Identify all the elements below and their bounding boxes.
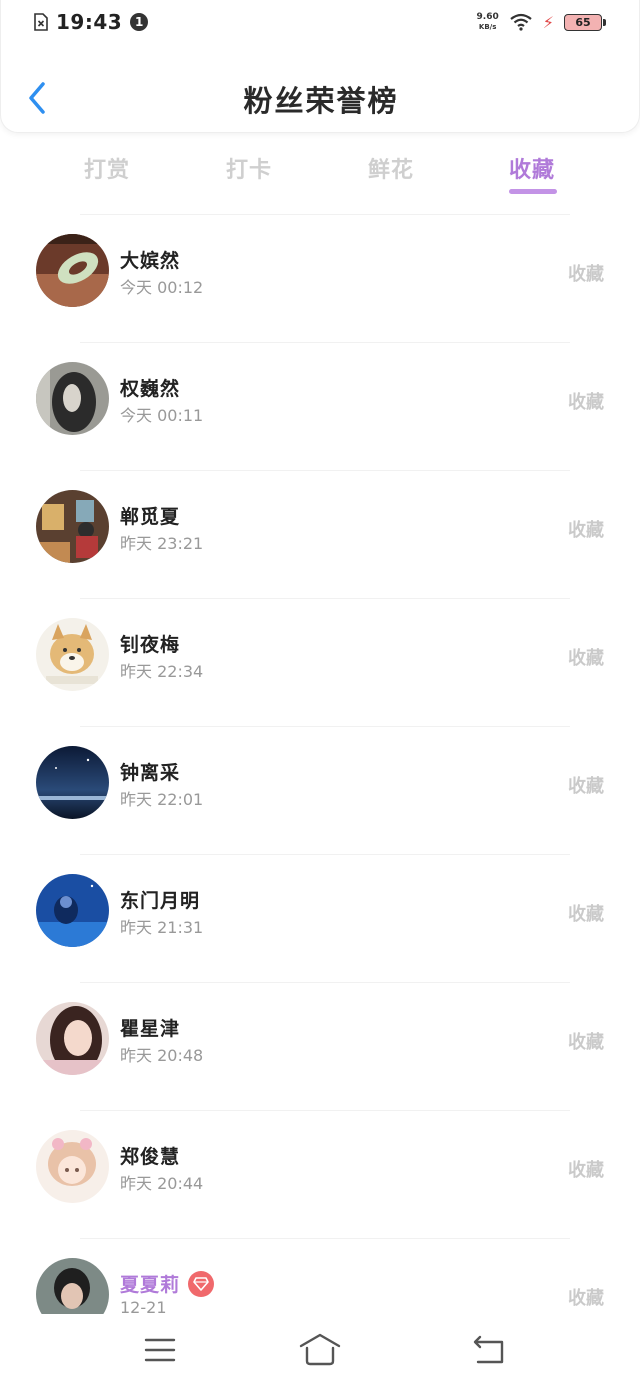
list-item[interactable]: 权巍然 今天 00:11 收藏 — [0, 342, 640, 470]
divider — [80, 1110, 570, 1111]
avatar[interactable] — [36, 1130, 109, 1203]
page-title: 粉丝荣誉榜 — [243, 84, 399, 118]
tab-daka[interactable]: 打卡 — [226, 152, 272, 184]
network-speed: 9.60 KB/s — [477, 12, 499, 32]
action-label: 收藏 — [568, 776, 604, 797]
avatar[interactable] — [36, 618, 109, 691]
tab-dashang[interactable]: 打赏 — [84, 152, 130, 184]
fan-time: 昨天 20:48 — [120, 1046, 204, 1065]
fan-name: 钟离采 — [120, 762, 181, 784]
divider — [80, 1238, 570, 1239]
fan-time: 昨天 22:34 — [120, 662, 204, 681]
list-item[interactable]: 夏夏莉 12-21 收藏 — [0, 1238, 640, 1314]
fan-time: 昨天 21:31 — [120, 918, 204, 937]
sim-missing-icon — [34, 13, 48, 31]
notification-badge: 1 — [130, 13, 149, 31]
avatar[interactable] — [36, 1258, 109, 1314]
fan-time: 昨天 22:01 — [120, 790, 204, 809]
action-label: 收藏 — [568, 1032, 604, 1053]
divider — [80, 470, 570, 471]
fan-name: 瞿星津 — [120, 1018, 181, 1040]
tab-bar: 打赏 打卡 鲜花 收藏 — [0, 146, 640, 206]
home-icon[interactable] — [298, 1332, 342, 1368]
fan-name: 郑俊慧 — [120, 1146, 181, 1168]
status-bar: 19:43 1 9.60 KB/s ⚡ 65 — [0, 0, 640, 48]
fan-name: 钊夜梅 — [120, 634, 181, 656]
fan-time: 昨天 20:44 — [120, 1174, 204, 1193]
menu-icon[interactable] — [138, 1332, 182, 1368]
action-label: 收藏 — [568, 648, 604, 669]
fan-time: 今天 00:11 — [120, 406, 204, 425]
fan-list[interactable]: 大嫔然 今天 00:12 收藏 权巍然 今天 00:11 收藏 郸觅夏 昨天 2… — [0, 214, 640, 1314]
list-item[interactable]: 钊夜梅 昨天 22:34 收藏 — [0, 598, 640, 726]
avatar[interactable] — [36, 1002, 109, 1075]
list-item[interactable]: 大嫔然 今天 00:12 收藏 — [0, 214, 640, 342]
vip-diamond-icon — [188, 1270, 215, 1297]
battery-icon: 65 — [564, 13, 606, 31]
avatar[interactable] — [36, 362, 109, 435]
fan-time: 今天 00:12 — [120, 278, 204, 297]
return-icon[interactable] — [466, 1332, 510, 1368]
list-item[interactable]: 瞿星津 昨天 20:48 收藏 — [0, 982, 640, 1110]
divider — [80, 982, 570, 983]
fan-name: 大嫔然 — [120, 250, 181, 272]
fan-name: 东门月明 — [120, 890, 201, 912]
fan-time: 昨天 23:21 — [120, 534, 204, 553]
tab-xianhua[interactable]: 鲜花 — [368, 152, 414, 184]
divider — [80, 854, 570, 855]
list-item[interactable]: 郸觅夏 昨天 23:21 收藏 — [0, 470, 640, 598]
system-nav-bar — [0, 1314, 640, 1387]
divider — [80, 214, 570, 215]
battery-level: 65 — [575, 15, 591, 29]
action-label: 收藏 — [568, 520, 604, 541]
avatar[interactable] — [36, 234, 109, 307]
net-speed-value: 9.60 — [476, 12, 499, 22]
list-item[interactable]: 郑俊慧 昨天 20:44 收藏 — [0, 1110, 640, 1238]
fan-name-text: 夏夏莉 — [120, 1274, 181, 1296]
wifi-icon — [510, 13, 532, 31]
action-label: 收藏 — [568, 264, 604, 285]
avatar[interactable] — [36, 874, 109, 947]
fan-name: 郸觅夏 — [120, 506, 181, 528]
divider — [80, 598, 570, 599]
fan-name: 权巍然 — [120, 378, 181, 400]
action-label: 收藏 — [568, 1160, 604, 1181]
signal-off-icon: ⚡ — [542, 12, 554, 32]
divider — [80, 726, 570, 727]
active-tab-indicator — [509, 189, 557, 194]
divider — [80, 342, 570, 343]
fan-name: 夏夏莉 — [120, 1270, 215, 1299]
net-speed-unit: KB/s — [478, 23, 497, 31]
list-item[interactable]: 钟离采 昨天 22:01 收藏 — [0, 726, 640, 854]
action-label: 收藏 — [568, 1288, 604, 1309]
fan-time: 12-21 — [120, 1298, 167, 1314]
avatar[interactable] — [36, 490, 109, 563]
list-item[interactable]: 东门月明 昨天 21:31 收藏 — [0, 854, 640, 982]
clock: 19:43 — [56, 10, 123, 34]
tab-shoucang[interactable]: 收藏 — [509, 152, 555, 184]
avatar[interactable] — [36, 746, 109, 819]
action-label: 收藏 — [568, 392, 604, 413]
action-label: 收藏 — [568, 904, 604, 925]
